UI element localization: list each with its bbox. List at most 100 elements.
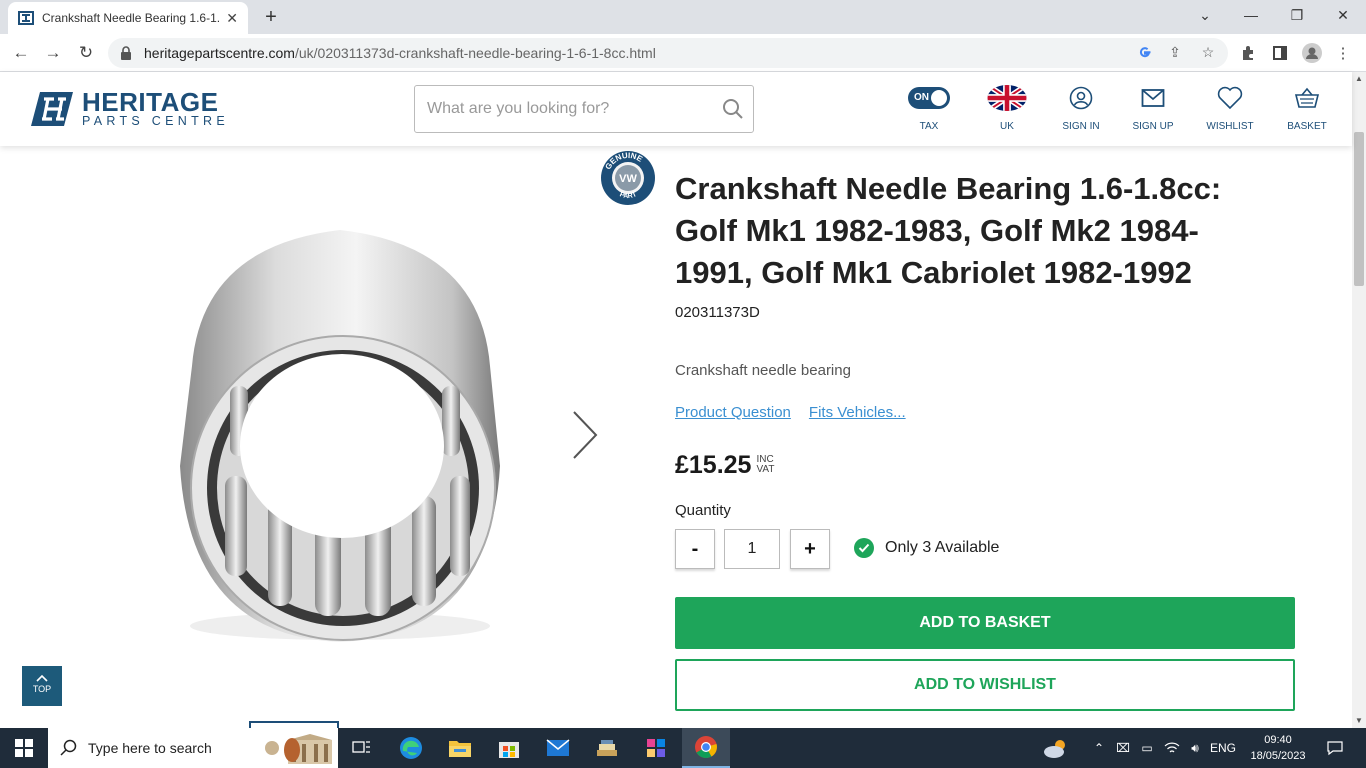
taskbar-search-placeholder: Type here to search [88,740,212,756]
browser-tab[interactable]: Crankshaft Needle Bearing 1.6-1.8 ✕ [8,2,248,34]
next-image-chevron-icon[interactable] [568,408,602,462]
back-to-top-button[interactable]: TOP [22,666,62,706]
mail-app-icon[interactable] [534,728,582,768]
check-icon [854,538,874,558]
url-host: heritagepartscentre.com [144,45,295,61]
search-highlight-image [265,734,332,764]
fits-vehicles-link[interactable]: Fits Vehicles... [809,404,906,421]
price-amount: £15.25 [675,451,752,479]
tab-search-chevron-icon[interactable]: ⌄ [1182,0,1228,30]
chrome-icon[interactable] [682,728,730,768]
sign-up-link[interactable]: SIGN UP [1118,84,1188,132]
windows-start-icon[interactable] [0,728,48,768]
tax-toggle[interactable]: ON TAX [894,84,964,132]
forward-arrow-icon[interactable]: → [40,40,66,66]
wifi-icon[interactable] [1161,728,1183,768]
region-label: UK [1000,121,1014,132]
search-icon [60,739,78,757]
search-icon[interactable] [713,98,753,120]
app-icon-colorful[interactable] [632,728,680,768]
bookmark-star-icon[interactable]: ☆ [1199,43,1217,61]
scroll-down-icon[interactable]: ▼ [1352,714,1366,728]
volume-icon[interactable]: 🔊︎ [1185,728,1205,768]
uk-flag-icon [987,85,1027,111]
chevron-up-icon [36,674,48,682]
sign-in-label: SIGN IN [1062,121,1100,132]
windows-taskbar: Type here to search ⌃ ⌧ ▭ 🔊︎ ENG 09:40 1… [0,728,1366,768]
product-price: £15.25 INC VAT [675,451,774,480]
file-explorer-icon[interactable] [436,728,484,768]
product-description: Crankshaft needle bearing [675,362,851,379]
tab-title: Crankshaft Needle Bearing 1.6-1.8 [42,11,221,25]
new-tab-button[interactable]: + [258,4,284,30]
site-search [414,85,754,133]
show-hidden-icons-chevron-icon[interactable]: ⌃ [1090,728,1108,768]
basket-icon [1294,87,1320,108]
browser-toolbar: ← → ↻ heritagepartscentre.com/uk/0203113… [0,34,1366,72]
google-icon[interactable] [1136,43,1154,61]
heritage-logo[interactable]: HERITAGE PARTS CENTRE [30,87,229,128]
wishlist-link[interactable]: WISHLIST [1195,84,1265,132]
toggle-state: ON [914,92,929,103]
wishlist-label: WISHLIST [1206,121,1254,132]
sign-in-link[interactable]: SIGN IN [1046,84,1116,132]
app-icon-stack[interactable] [583,728,631,768]
scroll-up-icon[interactable]: ▲ [1352,72,1366,86]
lock-icon [120,46,134,60]
toggle-switch[interactable]: ON [908,87,950,109]
clock-date: 18/05/2023 [1250,750,1306,762]
reload-icon[interactable]: ↻ [73,40,99,66]
sign-up-label: SIGN UP [1132,121,1174,132]
vat-note: INC VAT [756,454,775,475]
language-indicator[interactable]: ENG [1208,728,1238,768]
badge-center-text: VW [619,173,637,185]
restore-button[interactable]: ❐ [1274,0,1320,30]
back-arrow-icon[interactable]: ← [8,40,34,66]
system-clock[interactable]: 09:40 18/05/2023 [1240,732,1316,764]
add-to-wishlist-button[interactable]: ADD TO WISHLIST [675,659,1295,711]
meet-now-icon[interactable]: ⌧ [1113,728,1133,768]
microsoft-store-icon[interactable] [485,728,533,768]
quantity-decrease-button[interactable]: - [675,529,715,569]
tab-close-icon[interactable]: ✕ [226,10,238,27]
side-panel-icon[interactable] [1269,42,1291,64]
product-question-link[interactable]: Product Question [675,404,791,421]
quantity-increase-button[interactable]: + [790,529,830,569]
search-input[interactable] [427,100,713,118]
task-view-icon[interactable] [338,728,386,768]
taskbar-search[interactable]: Type here to search [48,728,338,768]
add-to-basket-button[interactable]: ADD TO BASKET [675,597,1295,649]
stock-status: Only 3 Available [854,538,999,558]
notifications-icon[interactable] [1320,728,1350,768]
site-favicon-icon [18,10,34,26]
image-thumbnail[interactable] [249,721,339,728]
site-header: HERITAGE PARTS CENTRE ON TAX [0,72,1352,146]
quantity-label: Quantity [675,502,731,519]
edge-browser-icon[interactable] [387,728,435,768]
logo-title: HERITAGE [82,87,219,117]
profile-avatar-icon[interactable] [1301,42,1323,64]
product-links: Product Question Fits Vehicles... [675,404,924,421]
share-icon[interactable]: ⇪ [1166,43,1184,61]
scrollbar-thumb[interactable] [1354,132,1364,286]
basket-link[interactable]: BASKET [1272,84,1342,132]
user-icon [1069,86,1093,110]
browser-tabstrip: Crankshaft Needle Bearing 1.6-1.8 ✕ + ⌄ … [0,0,1366,34]
url-path: /uk/020311373d-crankshaft-needle-bearing… [294,45,656,61]
minimize-button[interactable]: — [1228,0,1274,30]
close-window-button[interactable]: ✕ [1320,0,1366,30]
address-bar[interactable]: heritagepartscentre.com/uk/020311373d-cr… [108,38,1228,68]
extensions-puzzle-icon[interactable] [1237,42,1259,64]
heart-icon [1217,86,1243,110]
tax-label: TAX [919,121,939,132]
page-scrollbar[interactable]: ▲ ▼ [1352,72,1366,728]
quantity-input[interactable] [724,529,780,569]
clock-time: 09:40 [1264,734,1292,746]
weather-icon[interactable] [1040,728,1072,768]
browser-menu-icon[interactable]: ⋮ [1332,42,1354,64]
region-selector[interactable]: UK [972,84,1042,132]
product-image[interactable] [150,206,530,666]
product-page: GENUINE PART VW TOP Crankshaft Needle Be… [0,146,1352,728]
logo-mark-icon [31,92,73,126]
battery-icon[interactable]: ▭ [1137,728,1157,768]
